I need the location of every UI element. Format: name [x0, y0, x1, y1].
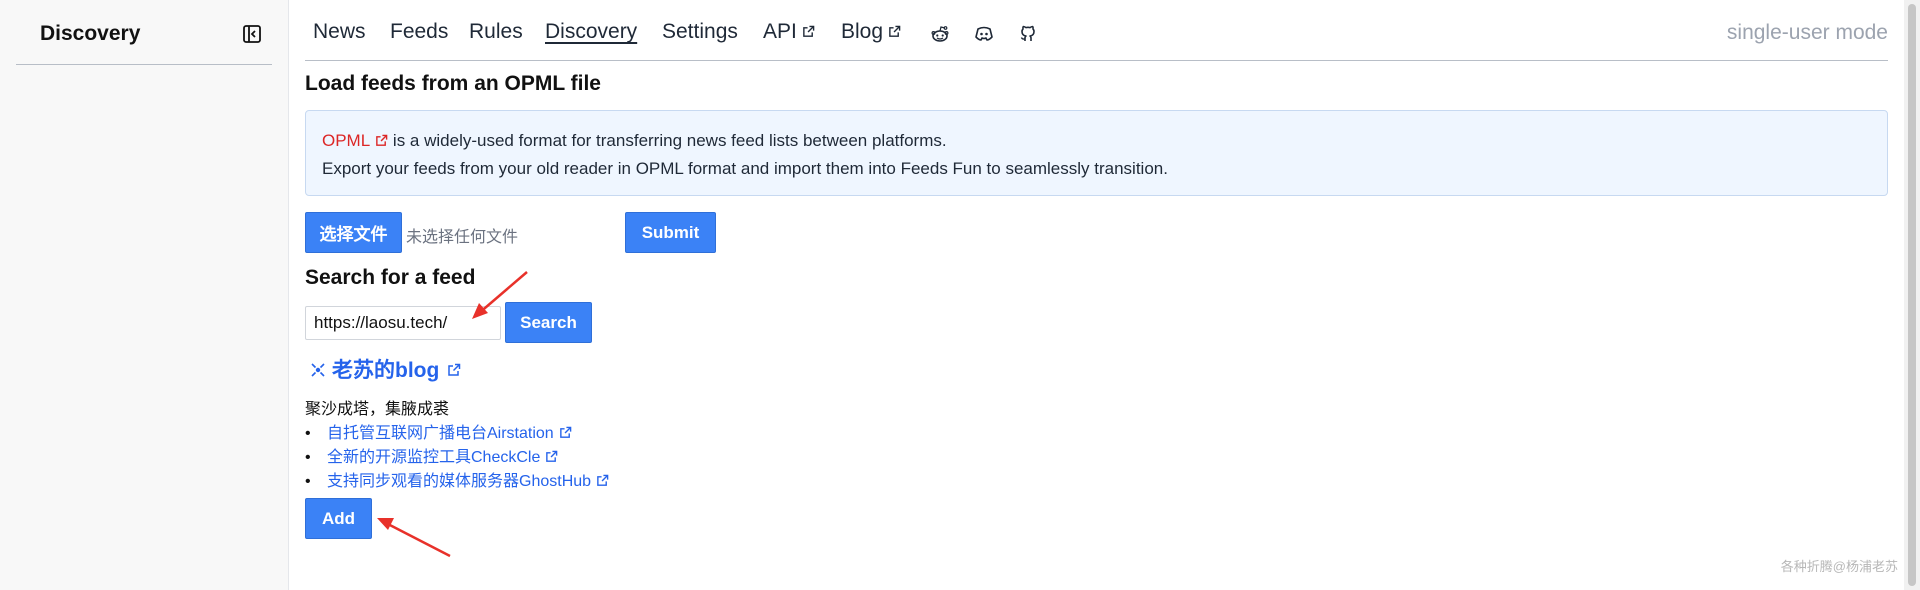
entry-title: 支持同步观看的媒体服务器GhostHub: [327, 473, 592, 490]
nav-news-label: News: [313, 20, 366, 43]
feed-description: 聚沙成塔，集腋成裘: [305, 401, 450, 418]
nav-feeds[interactable]: Feeds: [390, 20, 448, 44]
external-link-icon: [889, 25, 901, 37]
feed-entries-list: 自托管互联网广播电台Airstation 全新的开源监控工具CheckCle 支…: [305, 422, 609, 494]
list-item[interactable]: 支持同步观看的媒体服务器GhostHub: [305, 470, 609, 494]
search-input[interactable]: [305, 306, 501, 340]
add-button[interactable]: Add: [305, 498, 372, 539]
external-link-icon: [546, 450, 558, 462]
external-link-icon: [803, 25, 815, 37]
scrollbar-thumb[interactable]: [1908, 4, 1916, 586]
list-item[interactable]: 自托管互联网广播电台Airstation: [305, 422, 609, 446]
list-item[interactable]: 全新的开源监控工具CheckCle: [305, 446, 609, 470]
reddit-icon[interactable]: [930, 24, 950, 44]
feed-title-link[interactable]: 老苏的blog: [310, 354, 461, 384]
search-heading: Search for a feed: [305, 266, 476, 289]
nav-feeds-label: Feeds: [390, 20, 449, 43]
entry-title: 全新的开源监控工具CheckCle: [327, 449, 541, 466]
sidebar-title: Discovery: [40, 22, 141, 45]
feed-favicon-icon: [311, 363, 325, 377]
nav-blog[interactable]: Blog: [841, 20, 901, 44]
opml-link-label: OPML: [322, 131, 371, 150]
external-link-icon: [559, 426, 572, 438]
feed-title: 老苏的blog: [332, 359, 440, 382]
opml-link[interactable]: OPML: [322, 131, 388, 150]
nav-discovery[interactable]: Discovery: [545, 20, 637, 44]
mode-indicator: single-user mode: [1726, 21, 1888, 44]
nav-blog-label: Blog: [841, 20, 884, 43]
info-line-2: Export your feeds from your old reader i…: [322, 159, 1168, 178]
opml-heading: Load feeds from an OPML file: [305, 72, 601, 95]
file-status: 未选择任何文件: [406, 229, 519, 246]
info-line-1: OPML is a widely-used format for transfe…: [322, 127, 1871, 155]
nav-news[interactable]: News: [313, 20, 366, 44]
info-line-1-text: is a widely-used format for transferring…: [392, 131, 947, 150]
sidebar-collapse-icon[interactable]: [242, 24, 262, 44]
annotation-arrow-add: [377, 518, 451, 558]
search-button[interactable]: Search: [505, 302, 592, 343]
opml-info-box: OPML is a widely-used format for transfe…: [305, 110, 1888, 196]
nav-rules-label: Rules: [469, 20, 523, 43]
sidebar-header: Discovery: [16, 18, 272, 65]
entry-title: 自托管互联网广播电台Airstation: [327, 425, 554, 442]
choose-file-button[interactable]: 选择文件: [305, 212, 402, 253]
submit-button[interactable]: Submit: [625, 212, 716, 253]
external-link-icon: [597, 474, 609, 486]
watermark: 各种折腾@杨浦老苏: [1780, 559, 1898, 574]
external-link-icon: [448, 363, 461, 376]
nav-discovery-label: Discovery: [545, 20, 638, 43]
discord-icon[interactable]: [974, 24, 994, 44]
vertical-scrollbar[interactable]: [1904, 0, 1920, 590]
top-nav: News Feeds Rules Discovery Settings API …: [305, 0, 1888, 61]
nav-rules[interactable]: Rules: [469, 20, 523, 44]
nav-settings-label: Settings: [662, 20, 738, 43]
github-icon[interactable]: [1018, 24, 1038, 44]
nav-settings[interactable]: Settings: [662, 20, 738, 44]
nav-api[interactable]: API: [763, 20, 815, 44]
sidebar: Discovery: [0, 0, 289, 590]
nav-api-label: API: [763, 20, 797, 43]
external-link-icon: [376, 134, 388, 146]
